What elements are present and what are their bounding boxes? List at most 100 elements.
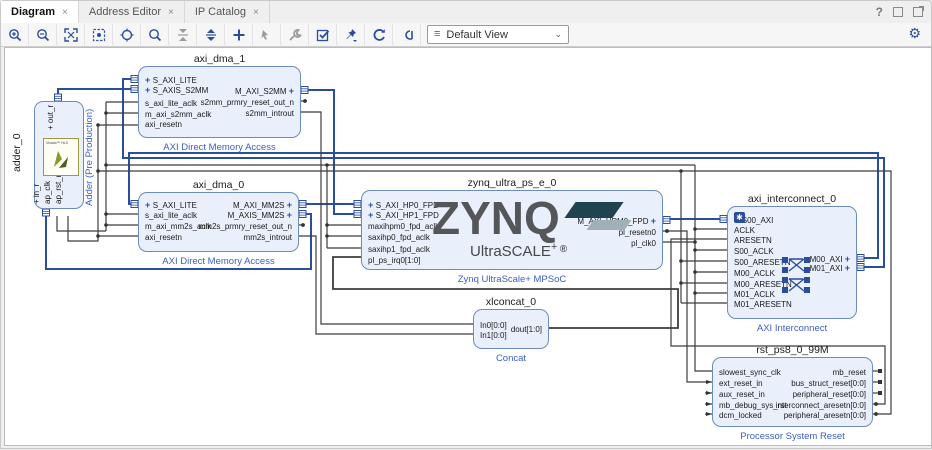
diagram-toolbar: ≡ Default View ⌄ [1,23,931,47]
port-ACLK[interactable]: ACLK [734,226,755,235]
block-axi_dma_1[interactable]: axi_dma_1AXI Direct Memory Access+ S_AXI… [138,66,301,138]
block-adder_0[interactable]: adder_0Adder (Pre Production)+ out_r+ in… [34,101,84,209]
block-type-label: AXI Interconnect [757,323,827,334]
block-type-label: Adder (Pre Production) [84,109,95,206]
tab-address-editor[interactable]: Address Editor × [79,1,185,23]
port-ext_reset_in[interactable]: ext_reset_in [719,379,763,388]
port-S_AXI_LITE[interactable]: + S_AXI_LITE [145,76,197,85]
vivado-hls-logo: Vivado™ HLS [43,138,79,176]
interface-ports-icon[interactable] [393,24,421,45]
port-in_r[interactable]: + in_r [32,184,41,204]
port-M00_ACLK[interactable]: M00_ACLK [734,269,775,278]
interface-plus-icon: + [32,197,41,204]
tab-diagram-label: Diagram [11,6,55,18]
port-M_AXIS_MM2S[interactable]: M_AXIS_MM2S + [228,211,292,220]
zynq-logo: ZYNQ® UltraSCALE+ [432,197,652,267]
block-axi_interconnect_0[interactable]: axi_interconnect_0AXI Interconnect+ S00_… [727,206,857,319]
customize-icon[interactable] [281,24,309,45]
port-s2mm_introut[interactable]: s2mm_introut [246,109,294,118]
port-S_AXI_HP1_FPD[interactable]: + S_AXI_HP1_FPD [368,211,439,220]
block-title: axi_dma_0 [193,179,244,191]
port-In0[0:0][interactable]: In0[0:0] [480,321,507,330]
port-M_AXI_S2MM[interactable]: M_AXI_S2MM + [235,87,294,96]
port-ARESETN[interactable]: ARESETN [734,236,772,245]
port-peripheral_reset[0:0][interactable]: peripheral_reset[0:0] [793,390,866,399]
port-M_AXI_MM2S[interactable]: M_AXI_MM2S + [233,201,292,210]
port-ap_rst_n[interactable]: ap_rst_n [54,173,63,204]
port-M01_AXI[interactable]: M01_AXI + [810,264,850,273]
interface-plus-icon: + [145,200,153,210]
port-dout[1:0][interactable]: dout[1:0] [511,325,542,334]
port-S_AXI_LITE[interactable]: + S_AXI_LITE [145,201,197,210]
port-S00_ACLK[interactable]: S00_ACLK [734,247,774,256]
port-saxihp0_fpd_aclk[interactable]: saxihp0_fpd_aclk [368,233,430,242]
block-zynq_ultra_ps_e_0[interactable]: zynq_ultra_ps_e_0Zynq UltraScale+ MPSoC+… [361,190,663,270]
expand-hierarchy-icon[interactable] [197,24,225,45]
interface-plus-icon: + [368,210,376,220]
port-slowest_sync_clk[interactable]: slowest_sync_clk [719,368,781,377]
port-axi_resetn[interactable]: axi_resetn [145,233,182,242]
chevron-down-icon: ⌄ [554,29,562,40]
block-type-label: Concat [496,353,526,364]
autofit-selection-icon[interactable] [113,24,141,45]
port-s_axi_lite_aclk[interactable]: s_axi_lite_aclk [145,211,197,220]
maximize-icon[interactable] [913,7,923,17]
close-icon[interactable]: × [168,7,174,18]
interface-plus-icon: + [287,200,292,210]
help-icon[interactable]: ? [876,5,883,19]
port-interconnect_aresetn[0:0][interactable]: interconnect_aresetn[0:0] [776,401,866,410]
port-m_axi_s2mm_aclk[interactable]: m_axi_s2mm_aclk [145,110,211,119]
port-maxihpm0_fpd_aclk[interactable]: maxihpm0_fpd_aclk [368,222,439,231]
validate-design-icon[interactable] [309,24,337,45]
settings-gear-icon[interactable]: ⚙ [908,25,921,42]
view-selector[interactable]: ≡ Default View ⌄ [427,25,569,44]
block-axi_dma_0[interactable]: axi_dma_0AXI Direct Memory Access+ S_AXI… [138,192,299,252]
collapse-hierarchy-icon[interactable] [169,24,197,45]
port-s2mm_prmry_reset_out_n[interactable]: s2mm_prmry_reset_out_n [201,98,294,107]
module-gear-icon[interactable]: ✱ [734,212,745,223]
block-type-label: AXI Direct Memory Access [163,142,275,153]
port-dcm_locked[interactable]: dcm_locked [719,411,762,420]
tab-ip-catalog[interactable]: IP Catalog × [185,1,270,23]
port-S_AXI_HP0_FPD[interactable]: + S_AXI_HP0_FPD [368,201,439,210]
port-mm2s_introut[interactable]: mm2s_introut [244,233,292,242]
block-type-label: Processor System Reset [740,431,845,442]
search-icon[interactable] [141,24,169,45]
pin-design-icon[interactable] [337,24,365,45]
regenerate-layout-icon[interactable] [365,24,393,45]
port-pl_ps_irq0[1:0][interactable]: pl_ps_irq0[1:0] [368,256,420,265]
tab-diagram[interactable]: Diagram × [1,1,79,23]
port-out_r[interactable]: + out_r [46,105,55,130]
interface-plus-icon: + [368,200,376,210]
port-In1[0:0][interactable]: In1[0:0] [480,331,507,340]
close-icon[interactable]: × [62,7,68,18]
port-aux_reset_in[interactable]: aux_reset_in [719,390,765,399]
zynq-logo-parallelogram-light [586,220,631,230]
menu-icon: ≡ [434,29,440,40]
port-ap_clk[interactable]: ap_clk [43,181,52,204]
add-ip-icon[interactable] [225,24,253,45]
port-mb_reset[interactable]: mb_reset [833,368,866,377]
block-rst_ps8_0_99M[interactable]: rst_ps8_0_99MProcessor System Resetslowe… [712,357,873,427]
zoom-fit-icon[interactable] [57,24,85,45]
float-window-icon[interactable] [893,7,903,17]
zoom-to-selection-icon[interactable] [85,24,113,45]
port-mm2s_prmry_reset_out_n[interactable]: mm2s_prmry_reset_out_n [199,222,292,231]
interface-plus-icon: + [145,75,153,85]
port-s_axi_lite_aclk[interactable]: s_axi_lite_aclk [145,99,197,108]
port-M01_ARESETN[interactable]: M01_ARESETN [734,300,792,309]
port-peripheral_aresetn[0:0][interactable]: peripheral_aresetn[0:0] [784,411,866,420]
zoom-out-icon[interactable] [29,24,57,45]
close-icon[interactable]: × [253,7,259,18]
copy-icon[interactable] [253,24,281,45]
port-S_AXIS_S2MM[interactable]: + S_AXIS_S2MM [145,86,208,95]
port-axi_resetn[interactable]: axi_resetn [145,120,182,129]
block-title: zynq_ultra_ps_e_0 [468,177,557,189]
port-saxihp1_fpd_aclk[interactable]: saxihp1_fpd_aclk [368,245,430,254]
port-M01_ACLK[interactable]: M01_ACLK [734,290,775,299]
zoom-in-icon[interactable] [1,24,29,45]
port-bus_struct_reset[0:0][interactable]: bus_struct_reset[0:0] [791,379,866,388]
tab-ip-catalog-label: IP Catalog [195,6,246,18]
block-xlconcat_0[interactable]: xlconcat_0ConcatIn0[0:0]In1[0:0]dout[1:0… [473,309,549,349]
zynq-logo-parallelogram-dark [564,202,623,218]
